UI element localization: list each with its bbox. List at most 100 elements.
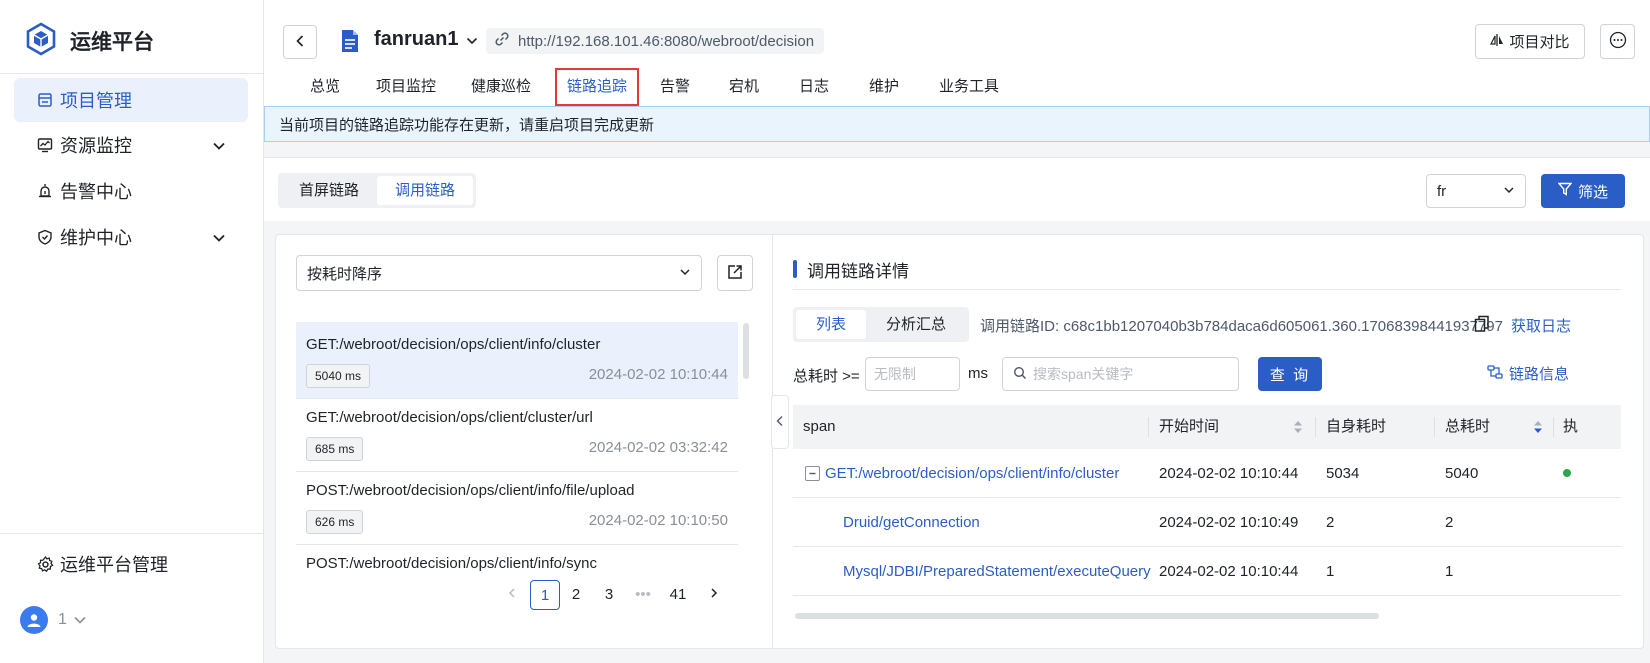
- sidebar-item-resource-monitor[interactable]: 资源监控: [14, 123, 248, 167]
- page-2[interactable]: 2: [566, 580, 586, 610]
- filter-button[interactable]: 筛选: [1541, 174, 1625, 208]
- sidebar-item-maintenance-center[interactable]: 维护中心: [14, 215, 248, 259]
- back-button[interactable]: [283, 25, 317, 59]
- tab-overview[interactable]: 总览: [310, 68, 340, 106]
- compare-icon: [1490, 33, 1509, 51]
- segment-call-trace[interactable]: 调用链路: [377, 176, 474, 205]
- page-1[interactable]: 1: [530, 580, 560, 610]
- min-cost-input[interactable]: 无限制: [865, 357, 960, 391]
- table-row[interactable]: Druid/getConnection 2024-02-02 10:10:49 …: [793, 498, 1621, 547]
- chain-info-link[interactable]: 链路信息: [1487, 363, 1569, 384]
- project-compare-label: 项目对比: [1509, 34, 1570, 51]
- trace-type-switch: 首屏链路 调用链路: [278, 173, 477, 208]
- project-url[interactable]: http://192.168.101.46:8080/webroot/decis…: [486, 28, 825, 54]
- chevron-left-icon: [293, 34, 307, 51]
- query-button[interactable]: 查 询: [1258, 357, 1322, 391]
- prev-page-icon[interactable]: [502, 580, 522, 610]
- update-notice-text: 当前项目的链路追踪功能存在更新，请重启项目完成更新: [279, 116, 655, 134]
- more-button[interactable]: [1600, 24, 1635, 59]
- tab-alarm[interactable]: 告警: [660, 68, 690, 106]
- tab-project-monitor[interactable]: 项目监控: [376, 68, 436, 106]
- sort-icon[interactable]: [1293, 420, 1303, 437]
- link-icon: [494, 31, 518, 51]
- collapse-tree-icon[interactable]: [805, 466, 820, 481]
- detail-view-switch: 列表 分析汇总: [793, 307, 970, 342]
- trace-duration-badge: 5040 ms: [306, 364, 371, 388]
- sort-desc-icon[interactable]: [1533, 420, 1543, 437]
- list-scrollbar[interactable]: [743, 323, 749, 379]
- copy-icon[interactable]: [1474, 315, 1490, 336]
- sidebar-item-label: 项目管理: [60, 91, 132, 111]
- span-name[interactable]: Mysql/JDBI/PreparedStatement/executeQuer…: [843, 547, 1151, 596]
- chain-info-icon: [1487, 364, 1509, 384]
- app-select[interactable]: fr: [1426, 174, 1526, 208]
- gear-icon: [36, 555, 54, 573]
- chain-info-label: 链路信息: [1509, 366, 1570, 383]
- trace-path: POST:/webroot/decision/ops/client/info/s…: [306, 555, 597, 572]
- document-icon: [340, 29, 360, 56]
- tab-health-inspection[interactable]: 健康巡检: [471, 68, 531, 106]
- filter-label: 筛选: [1577, 183, 1608, 201]
- column-span: span: [803, 418, 836, 435]
- project-compare-button[interactable]: 项目对比: [1475, 24, 1585, 59]
- list-item[interactable]: POST:/webroot/decision/ops/client/info/f…: [296, 468, 738, 545]
- span-search-input[interactable]: 搜索span关键字: [1002, 357, 1239, 391]
- trace-detail-title-text: 调用链路详情: [807, 261, 909, 281]
- page-3[interactable]: 3: [599, 580, 619, 610]
- ms-unit-label: ms: [968, 365, 988, 382]
- segment-first-screen-trace[interactable]: 首屏链路: [281, 176, 377, 205]
- total-cost-label: 总耗时 >=: [793, 368, 860, 385]
- span-name[interactable]: GET:/webroot/decision/ops/client/info/cl…: [825, 449, 1119, 498]
- segment-analysis-summary[interactable]: 分析汇总: [866, 310, 966, 339]
- trace-duration-badge: 626 ms: [306, 510, 364, 534]
- sidebar-item-alarm-center[interactable]: 告警中心: [14, 169, 248, 213]
- column-divider: [1148, 417, 1149, 437]
- sidebar-item-project-management[interactable]: 项目管理: [14, 78, 248, 122]
- list-item[interactable]: GET:/webroot/decision/ops/client/info/cl…: [296, 322, 738, 399]
- app-select-value: fr: [1437, 182, 1447, 200]
- trace-time: 2024-02-02 10:10:44: [588, 366, 728, 383]
- export-icon: [726, 263, 744, 284]
- project-url-text: http://192.168.101.46:8080/webroot/decis…: [518, 32, 815, 50]
- sidebar-item-label: 运维平台管理: [60, 555, 168, 575]
- tab-trace[interactable]: 链路追踪: [555, 68, 640, 106]
- chevron-down-icon: [212, 137, 226, 158]
- list-item[interactable]: GET:/webroot/decision/ops/client/cluster…: [296, 395, 738, 472]
- table-row[interactable]: GET:/webroot/decision/ops/client/info/cl…: [793, 449, 1621, 498]
- export-button[interactable]: [717, 255, 753, 291]
- span-name[interactable]: Druid/getConnection: [843, 498, 980, 547]
- page-41[interactable]: 41: [665, 580, 691, 610]
- tab-log[interactable]: 日志: [799, 68, 829, 106]
- project-switch-chevron-icon[interactable]: [465, 34, 479, 51]
- column-divider: [1315, 417, 1316, 437]
- table-row[interactable]: Mysql/JDBI/PreparedStatement/executeQuer…: [793, 547, 1621, 596]
- tab-business-tools[interactable]: 业务工具: [939, 68, 999, 106]
- update-notice: 当前项目的链路追踪功能存在更新，请重启项目完成更新: [264, 106, 1650, 142]
- span-start-time: 2024-02-02 10:10:44: [1159, 465, 1299, 482]
- sidebar-divider: [0, 533, 264, 534]
- page-ellipsis[interactable]: •••: [630, 580, 656, 610]
- user-id: 1: [58, 611, 67, 628]
- sidebar-item-platform-admin[interactable]: 运维平台管理: [14, 542, 248, 586]
- segment-list[interactable]: 列表: [796, 310, 867, 339]
- table-header: span 开始时间 自身耗时 总耗时 执: [793, 405, 1621, 449]
- next-page-icon[interactable]: [704, 580, 724, 610]
- trace-list: GET:/webroot/decision/ops/client/info/cl…: [296, 322, 738, 582]
- table-horizontal-scrollbar[interactable]: [795, 613, 1379, 619]
- status-dot: [1563, 469, 1571, 477]
- project-header: fanruan1 http://192.168.101.46:8080/webr…: [264, 0, 1650, 106]
- tab-maintenance[interactable]: 维护: [869, 68, 899, 106]
- sort-select[interactable]: 按耗时降序: [296, 255, 702, 291]
- column-self-cost: 自身耗时: [1326, 418, 1387, 435]
- span-total-cost: 2: [1445, 514, 1454, 531]
- brand[interactable]: 运维平台: [26, 22, 154, 59]
- list-item[interactable]: POST:/webroot/decision/ops/client/info/s…: [296, 541, 738, 582]
- sidebar-divider: [0, 73, 264, 74]
- user-menu[interactable]: 1: [20, 606, 87, 634]
- sort-select-value: 按耗时降序: [307, 265, 383, 283]
- column-exec: 执: [1563, 418, 1579, 435]
- sidebar-item-label: 告警中心: [60, 182, 132, 202]
- search-icon: [1013, 366, 1033, 383]
- get-log-link[interactable]: 获取日志: [1511, 315, 1571, 336]
- tab-downtime[interactable]: 宕机: [729, 68, 759, 106]
